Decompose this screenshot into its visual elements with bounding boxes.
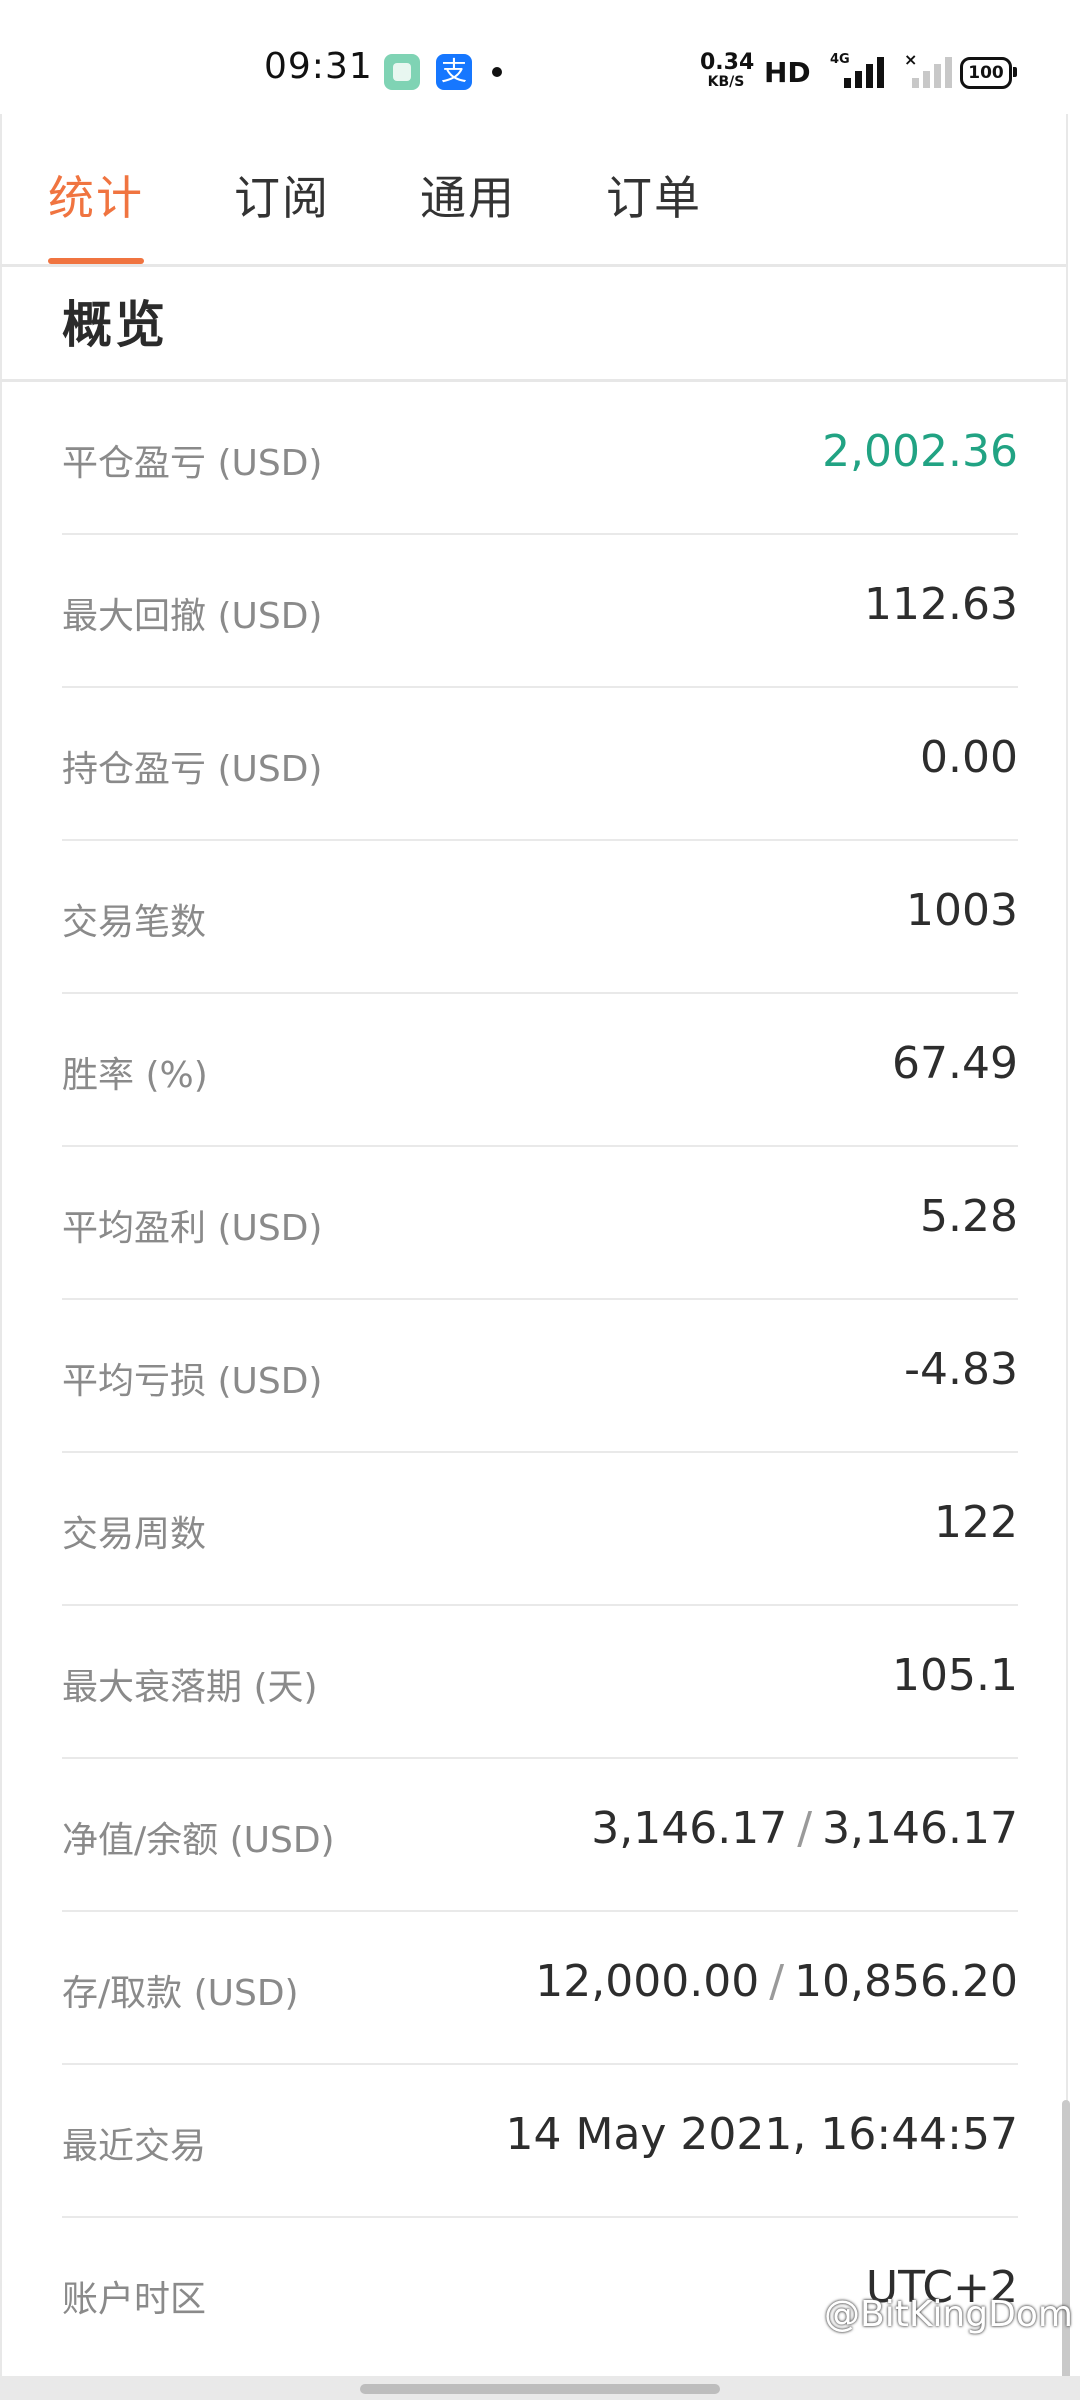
hd-indicator: HD [764, 56, 811, 89]
stats-list: 平仓盈亏 (USD) 2,002.36 最大回撤 (USD) 112.63 持仓… [62, 382, 1018, 2369]
scrollbar[interactable] [1062, 2100, 1070, 2380]
notification-dot-icon [492, 67, 502, 77]
network-speed: 0.34 KB/S [700, 50, 755, 90]
withdrawal-value: 10,856.20 [794, 1956, 1018, 2007]
stat-value: 2,002.36 [822, 426, 1018, 477]
stat-value: -4.83 [904, 1344, 1018, 1395]
stat-label: 存/取款 (USD) [62, 1973, 299, 2014]
stat-value: 105.1 [892, 1650, 1018, 1701]
stat-label: 平均盈利 (USD) [62, 1208, 323, 1249]
stat-label: 最大衰落期 (天) [62, 1667, 318, 1708]
tab-statistics[interactable]: 统计 [48, 162, 144, 228]
stat-label: 平均亏损 (USD) [62, 1361, 323, 1402]
value-separator: / [797, 1803, 813, 1854]
signal-sim2-icon [900, 56, 954, 88]
stat-row-max-decline-period: 最大衰落期 (天) 105.1 [62, 1606, 1018, 1759]
status-time: 09:31 [264, 46, 373, 87]
stat-row-last-trade: 最近交易 14 May 2021, 16:44:57 [62, 2065, 1018, 2218]
stat-label: 最大回撤 (USD) [62, 596, 323, 637]
stat-value: 112.63 [864, 579, 1018, 630]
network-speed-value: 0.34 [700, 50, 755, 75]
tab-orders[interactable]: 订单 [606, 162, 702, 228]
section-header: 概览 [0, 267, 1066, 382]
stat-label: 交易周数 [62, 1514, 207, 1555]
chat-app-icon [384, 54, 420, 90]
stat-label: 最近交易 [62, 2126, 207, 2167]
navigation-bar [0, 2376, 1080, 2400]
tab-bar: 统计 订阅 通用 订单 [0, 114, 1066, 267]
home-indicator[interactable] [360, 2384, 720, 2394]
stat-value: 5.28 [920, 1191, 1018, 1242]
weibo-icon [786, 2294, 820, 2335]
watermark: @BitKingDom [786, 2294, 1073, 2335]
stat-value: 122 [934, 1497, 1018, 1548]
alipay-icon: 支 [436, 54, 472, 90]
stat-label: 持仓盈亏 (USD) [62, 749, 323, 790]
status-bar: 09:31 支 0.34 KB/S HD 4G × 100 [0, 0, 1080, 114]
stat-label: 净值/余额 (USD) [62, 1820, 335, 1861]
section-title: 概览 [62, 296, 168, 354]
stat-row-trading-weeks: 交易周数 122 [62, 1453, 1018, 1606]
battery-icon: 100 [960, 57, 1017, 89]
active-tab-indicator [48, 258, 144, 264]
stat-value: 14 May 2021, 16:44:57 [505, 2109, 1019, 2160]
stat-row-avg-loss: 平均亏损 (USD) -4.83 [62, 1300, 1018, 1453]
stat-row-equity-balance: 净值/余额 (USD) 3,146.17/3,146.17 [62, 1759, 1018, 1912]
stat-row-trade-count: 交易笔数 1003 [62, 841, 1018, 994]
stat-row-avg-profit: 平均盈利 (USD) 5.28 [62, 1147, 1018, 1300]
stat-value: 67.49 [892, 1038, 1018, 1089]
stat-label: 交易笔数 [62, 902, 207, 943]
stat-label: 账户时区 [62, 2279, 207, 2320]
app-screen: 09:31 支 0.34 KB/S HD 4G × 100 统计 订阅 通用 订… [0, 0, 1080, 2400]
stat-row-open-pnl: 持仓盈亏 (USD) 0.00 [62, 688, 1018, 841]
battery-level: 100 [968, 63, 1004, 83]
network-speed-unit: KB/S [707, 74, 745, 90]
stat-value: 12,000.00/10,856.20 [535, 1956, 1018, 2007]
signal-sim1-icon [826, 56, 884, 88]
equity-value: 3,146.17 [591, 1803, 788, 1854]
tab-subscription[interactable]: 订阅 [234, 162, 330, 228]
stat-value: 0.00 [920, 732, 1018, 783]
stat-row-closed-pnl: 平仓盈亏 (USD) 2,002.36 [62, 382, 1018, 535]
stat-value: 1003 [906, 885, 1018, 936]
stat-row-deposit-withdrawal: 存/取款 (USD) 12,000.00/10,856.20 [62, 1912, 1018, 2065]
watermark-text: @BitKingDom [824, 2294, 1073, 2335]
balance-value: 3,146.17 [822, 1803, 1018, 1854]
tab-general[interactable]: 通用 [420, 162, 516, 228]
stat-row-max-drawdown: 最大回撤 (USD) 112.63 [62, 535, 1018, 688]
deposit-value: 12,000.00 [535, 1956, 760, 2007]
stat-value: 3,146.17/3,146.17 [591, 1803, 1018, 1854]
stat-row-win-rate: 胜率 (%) 67.49 [62, 994, 1018, 1147]
value-separator: / [769, 1956, 785, 2007]
stat-label: 胜率 (%) [62, 1055, 208, 1096]
stat-label: 平仓盈亏 (USD) [62, 443, 323, 484]
